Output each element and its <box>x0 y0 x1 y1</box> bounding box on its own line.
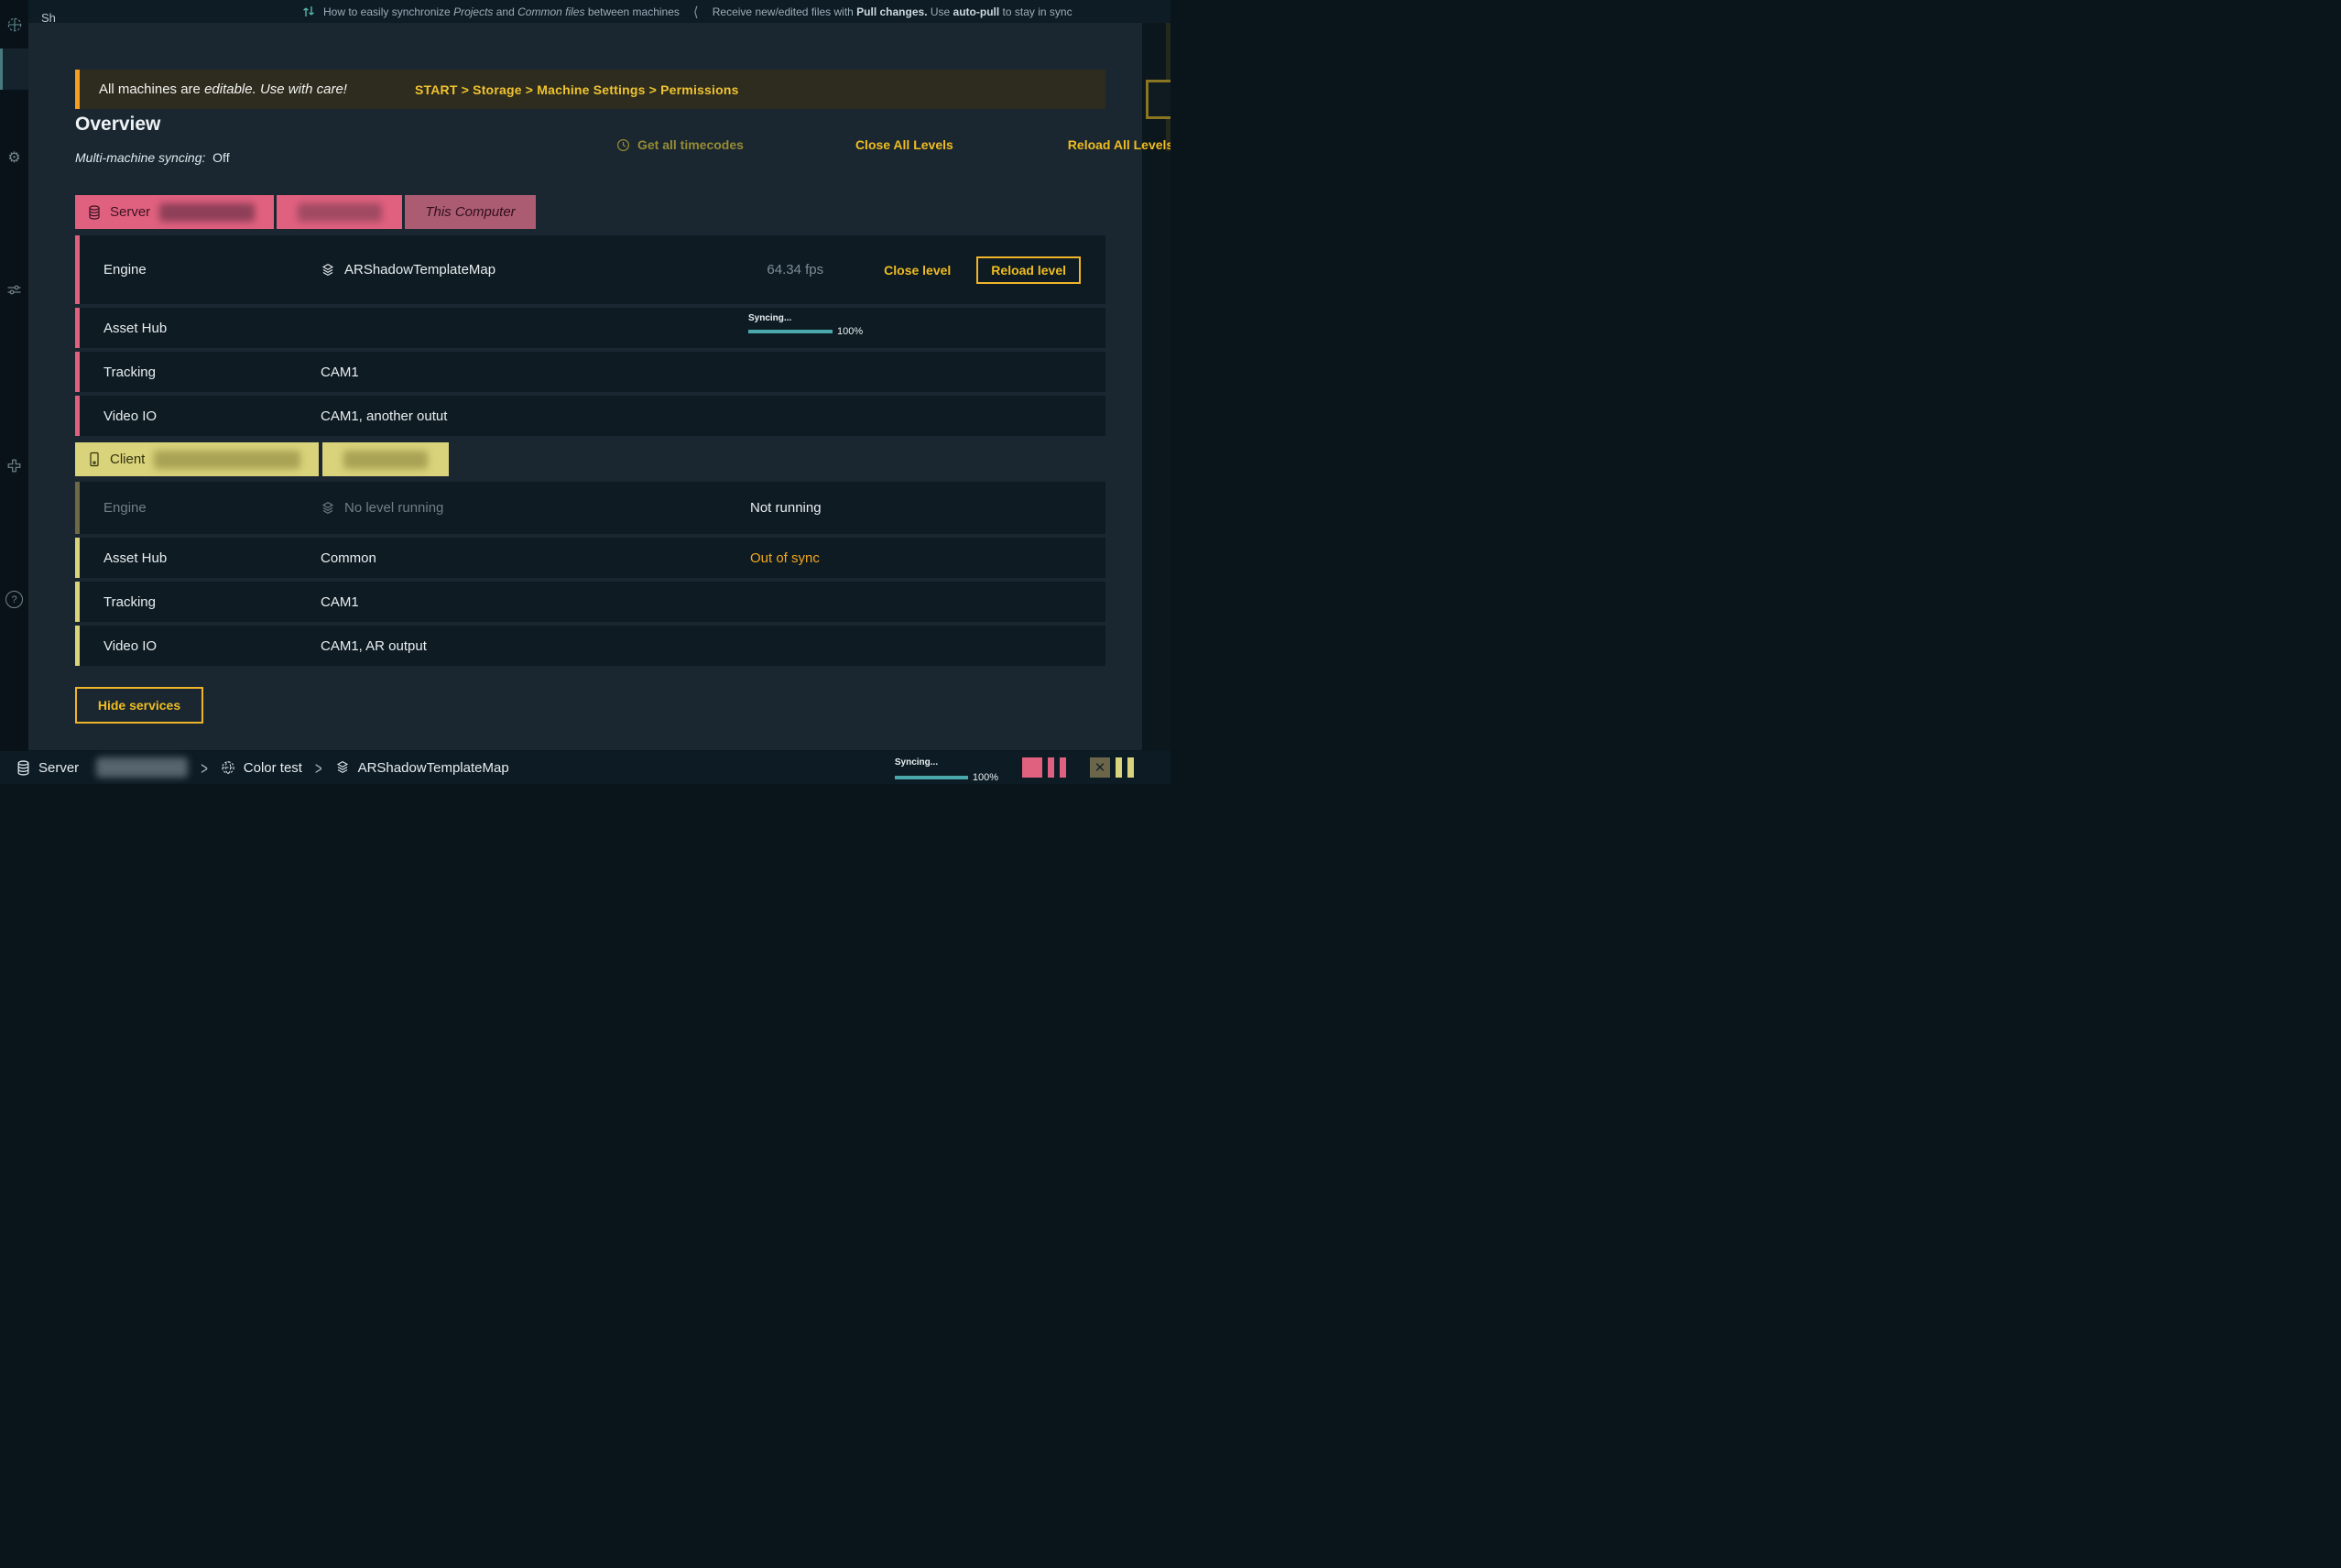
level-layers-icon <box>335 760 350 775</box>
sync-progress: Syncing... 100% <box>748 313 867 337</box>
statusbar-server-name-redacted <box>96 757 188 778</box>
tip-separator-icon: ⟨ <box>693 4 699 20</box>
sync-arrows-icon <box>302 5 315 18</box>
warning-message: All machines are editable. Use with care… <box>99 82 347 97</box>
client-tracking-row: Tracking CAM1 <box>75 582 1105 622</box>
level-layers-icon <box>321 263 335 278</box>
background-right-strip <box>1142 23 1170 750</box>
hide-services-button[interactable]: Hide services <box>75 687 203 724</box>
close-all-levels-button[interactable]: Close All Levels <box>855 137 953 152</box>
tab-this-computer[interactable]: This Computer <box>405 195 536 229</box>
tip-pull-changes: Receive new/edited files with Pull chang… <box>713 5 1073 18</box>
running-level-name: ARShadowTemplateMap <box>344 262 495 278</box>
project-globe-icon <box>221 760 235 775</box>
progress-percent: 100% <box>837 326 863 337</box>
progress-bar <box>895 776 968 779</box>
asset-hub-value: Common <box>321 550 376 566</box>
tracking-value: CAM1 <box>321 594 359 610</box>
gear-icon[interactable]: ⚙ <box>0 148 28 167</box>
tab-server-machine[interactable]: Server <box>75 195 274 229</box>
service-status-bar <box>1048 757 1054 778</box>
sync-status-label: Syncing... <box>895 757 938 768</box>
client-device-icon <box>88 452 101 467</box>
sync-status-label: Syncing... <box>748 313 867 323</box>
service-status-bar <box>1127 757 1134 778</box>
service-label: Video IO <box>103 638 321 654</box>
service-status-bar <box>1116 757 1122 778</box>
help-icon[interactable]: ? <box>0 591 28 608</box>
client-tab-label: Client <box>110 452 145 467</box>
chevron-right-icon: > <box>201 757 208 779</box>
reload-level-button[interactable]: Reload level <box>976 256 1081 284</box>
chevron-right-icon: > <box>315 757 322 779</box>
reload-all-levels-button[interactable]: Reload All Levels <box>1068 137 1170 152</box>
get-all-timecodes-button[interactable]: Get all timecodes <box>616 137 744 152</box>
database-icon <box>88 205 101 220</box>
tab-server-ip[interactable] <box>277 195 402 229</box>
warning-banner: All machines are editable. Use with care… <box>75 70 1105 109</box>
database-icon <box>16 760 30 776</box>
service-label: Video IO <box>103 408 321 424</box>
sync-status-badge: Out of sync <box>750 550 820 566</box>
statusbar-project-label: Color test <box>244 760 302 776</box>
sidebar: ⚙ ? <box>0 0 28 784</box>
video-io-value: CAM1, AR output <box>321 638 427 654</box>
client-engine-row: Engine No level running Not running <box>75 482 1105 534</box>
server-video-io-row: Video IO CAM1, another outut <box>75 396 1105 436</box>
multi-machine-syncing: Multi-machine syncing: Off <box>75 150 230 165</box>
statusbar-sync-progress: Syncing... 100% <box>895 753 998 783</box>
sidebar-item-active[interactable] <box>0 49 28 90</box>
background-partial-button <box>1146 80 1170 119</box>
server-tab-label: Server <box>110 204 150 220</box>
server-name-redacted <box>159 203 255 222</box>
service-label: Tracking <box>103 365 321 380</box>
fps-value: 64.34 fps <box>767 262 823 278</box>
level-layers-icon <box>321 501 335 516</box>
server-asset-hub-row: Asset Hub Syncing... 100% <box>75 308 1105 348</box>
clock-icon <box>616 138 630 152</box>
sliders-icon[interactable] <box>0 282 28 298</box>
service-label: Engine <box>103 500 321 516</box>
service-label: Asset Hub <box>103 550 321 566</box>
client-video-io-row: Video IO CAM1, AR output <box>75 626 1105 666</box>
this-computer-label: This Computer <box>425 204 515 220</box>
app-window: How to easily synchronize Projects and C… <box>0 0 1170 784</box>
client-ip-redacted <box>343 451 428 469</box>
close-level-button[interactable]: Close level <box>884 263 951 278</box>
service-status-bar <box>1060 757 1066 778</box>
statusbar-level-label: ARShadowTemplateMap <box>358 760 509 776</box>
tips-text: How to easily synchronize Projects and C… <box>302 0 1073 23</box>
viewport-cube-icon[interactable] <box>0 16 28 33</box>
server-engine-row: Engine ARShadowTemplateMap 64.34 fps Clo… <box>75 235 1105 304</box>
breadcrumb[interactable]: START > Storage > Machine Settings > Per… <box>415 82 739 97</box>
video-io-value: CAM1, another outut <box>321 408 447 424</box>
progress-percent: 100% <box>973 772 998 783</box>
tab-client-machine[interactable]: Client <box>75 442 319 476</box>
engine-status: Not running <box>750 500 822 516</box>
status-bar: Server > Color test > ARShadowTemplateMa… <box>0 751 1170 784</box>
service-label: Tracking <box>103 594 321 610</box>
overview-panel: All machines are editable. Use with care… <box>28 23 1142 750</box>
tip-sync-files: How to easily synchronize Projects and C… <box>323 5 680 18</box>
statusbar-server-label: Server <box>38 760 79 776</box>
machine-status-block-server[interactable] <box>1022 757 1042 778</box>
client-name-redacted <box>154 451 300 469</box>
tab-client-ip[interactable] <box>322 442 449 476</box>
service-label: Asset Hub <box>103 321 321 336</box>
close-x-icon: ✕ <box>1094 759 1106 776</box>
page-title: Overview <box>75 114 160 136</box>
server-tracking-row: Tracking CAM1 <box>75 352 1105 392</box>
running-level-name: No level running <box>344 500 443 516</box>
client-asset-hub-row: Asset Hub Common Out of sync <box>75 538 1105 578</box>
statusbar-server[interactable]: Server <box>16 757 188 778</box>
statusbar-level[interactable]: ARShadowTemplateMap <box>335 760 509 776</box>
progress-bar <box>748 330 833 333</box>
server-ip-redacted <box>298 203 382 222</box>
tips-bar: How to easily synchronize Projects and C… <box>0 0 1170 23</box>
plus-cross-icon[interactable] <box>0 458 28 474</box>
service-label: Engine <box>103 262 321 278</box>
machine-status-block-client[interactable]: ✕ <box>1090 757 1110 778</box>
statusbar-project[interactable]: Color test <box>221 760 302 776</box>
tracking-value: CAM1 <box>321 365 359 380</box>
